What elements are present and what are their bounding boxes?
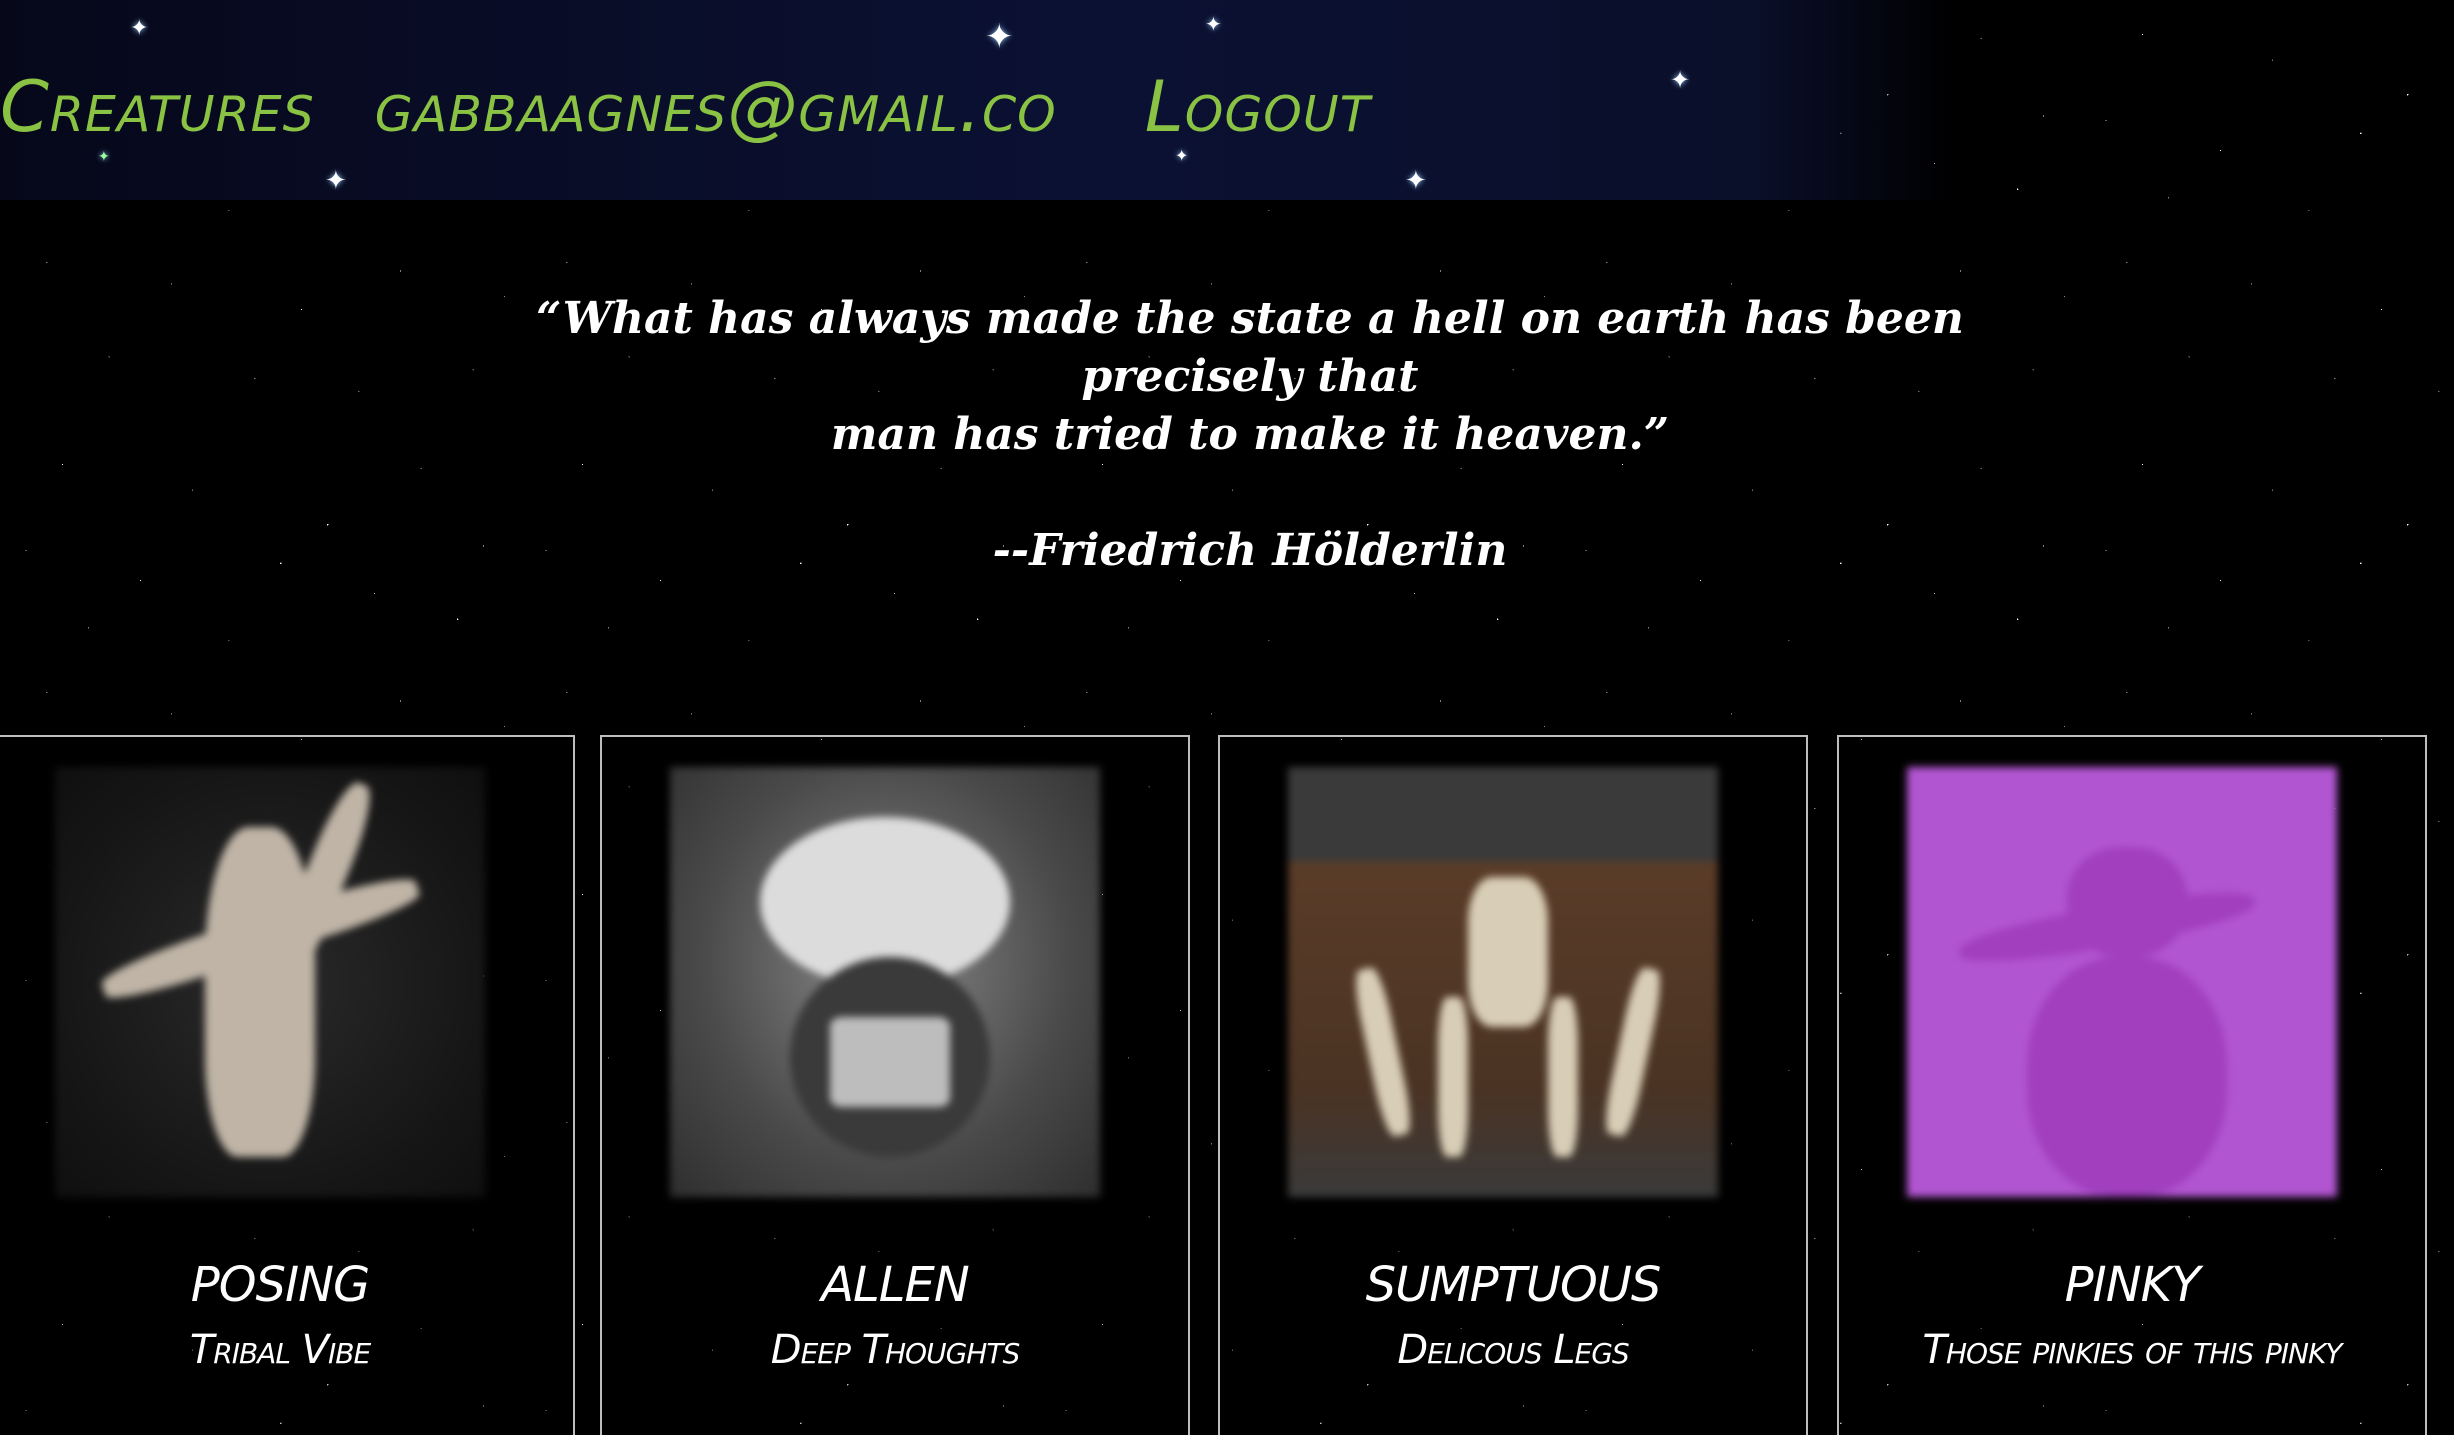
sparkle-icon: ✦	[1670, 66, 1691, 94]
card-subtitle: Tribal Vibe	[189, 1327, 371, 1373]
card-subtitle: Those pinkies of this pinky	[1922, 1327, 2343, 1373]
creature-image[interactable]	[1288, 767, 1718, 1197]
card-title: ALLEN	[821, 1257, 970, 1313]
card-subtitle: Deep Thoughts	[770, 1327, 1020, 1373]
creature-card[interactable]: POSING Tribal Vibe	[0, 735, 575, 1435]
creature-card-grid: POSING Tribal Vibe ALLEN Deep Thoughts S…	[0, 735, 2454, 1435]
creature-figure	[1600, 965, 1666, 1139]
nav-link-logout[interactable]: Logout	[1145, 66, 1371, 148]
quote-line-1: “What has always made the state a hell o…	[536, 293, 1964, 402]
sparkle-icon: ✦	[325, 166, 347, 196]
card-title: SUMPTUOUS	[1365, 1257, 1662, 1313]
nav-link-user-email[interactable]: gabbaagnes@gmail.co	[375, 66, 1105, 148]
creature-card[interactable]: SUMPTUOUS Delicous Legs	[1218, 735, 1808, 1435]
creature-image[interactable]	[1907, 767, 2337, 1197]
quote-line-2: man has tried to make it heaven.”	[830, 409, 1670, 460]
creature-card[interactable]: ALLEN Deep Thoughts	[600, 735, 1190, 1435]
creature-card[interactable]: PINKY Those pinkies of this pinky	[1837, 735, 2427, 1435]
card-subtitle: Delicous Legs	[1397, 1327, 1629, 1373]
quote-block: “What has always made the state a hell o…	[450, 290, 2050, 580]
sparkle-icon: ✦	[985, 17, 1014, 57]
creature-figure	[1350, 965, 1416, 1139]
creature-image[interactable]	[55, 767, 485, 1197]
nav-link-creatures[interactable]: Creatures	[0, 66, 315, 148]
main-nav: Creatures gabbaagnes@gmail.co Logout	[0, 52, 1371, 162]
creature-figure	[205, 827, 315, 1157]
sparkle-icon: ✦	[1405, 166, 1427, 196]
quote-attribution: --Friedrich Hölderlin	[992, 525, 1508, 576]
creature-figure	[1548, 997, 1578, 1157]
sparkle-icon: ✦	[1205, 12, 1222, 36]
creature-figure	[830, 1017, 950, 1107]
card-title: POSING	[190, 1257, 370, 1313]
card-title: PINKY	[2064, 1257, 2201, 1313]
creature-figure	[1438, 997, 1468, 1157]
creature-figure	[2027, 957, 2227, 1197]
header-banner: ✦ ✦ ✦ ✦ ✦ ✦ ✦ ✦ Creatures gabbaagnes@gma…	[0, 0, 1950, 200]
creature-figure	[1468, 877, 1548, 1027]
sparkle-icon: ✦	[130, 16, 149, 41]
creature-image[interactable]	[670, 767, 1100, 1197]
